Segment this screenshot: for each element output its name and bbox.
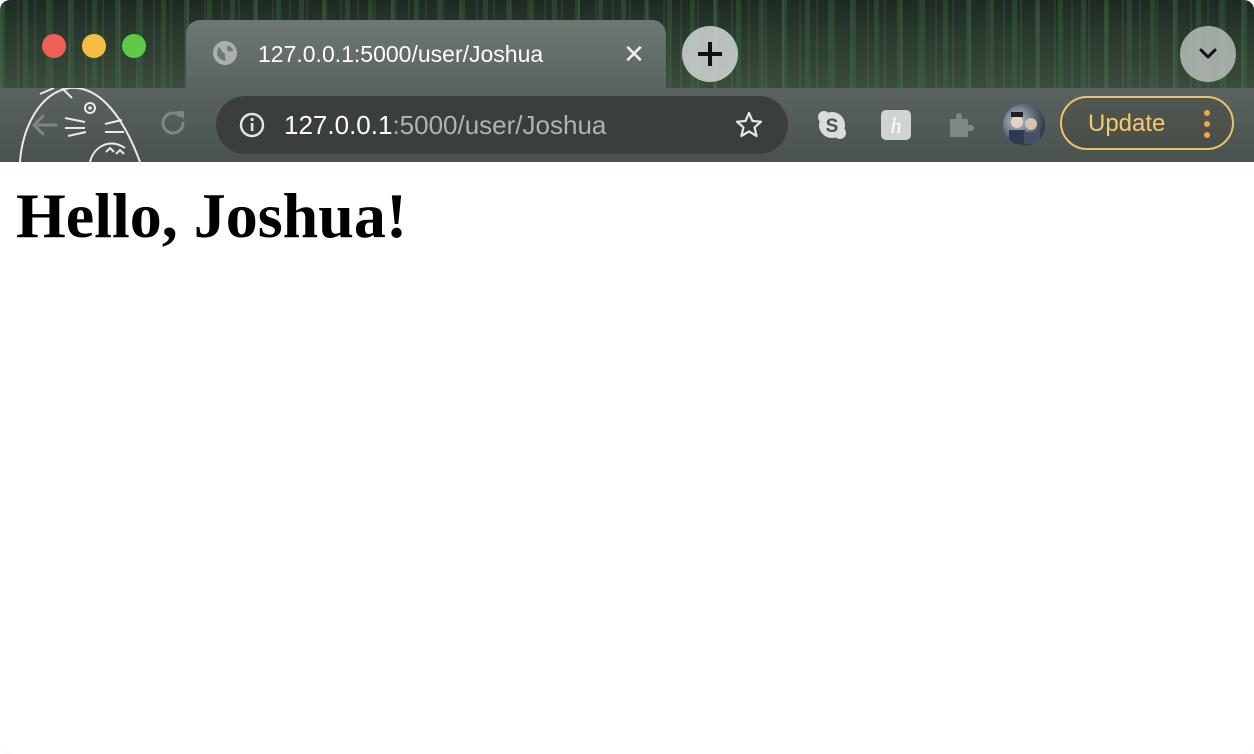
url-host: 127.0.0.1 xyxy=(284,110,393,140)
menu-dots-icon[interactable] xyxy=(1202,110,1210,140)
back-arrow-icon[interactable] xyxy=(28,108,62,142)
bookmark-star-icon[interactable] xyxy=(734,110,764,140)
tab-title: 127.0.0.1:5000/user/Joshua xyxy=(258,41,544,67)
tab-search-button[interactable] xyxy=(1180,26,1236,82)
url-path: :5000/user/Joshua xyxy=(392,110,607,140)
profile-avatar[interactable] xyxy=(1003,104,1045,146)
plus-icon xyxy=(698,42,722,66)
close-window-button[interactable] xyxy=(42,34,66,58)
browser-window: 127.0.0.1:5000/user/Joshua ✕ 127.0.0.1:5… xyxy=(0,0,1254,754)
chevron-down-icon xyxy=(1199,48,1217,59)
update-button[interactable]: Update xyxy=(1060,96,1234,150)
page-heading: Hello, Joshua! xyxy=(16,180,408,251)
address-bar-url[interactable]: 127.0.0.1:5000/user/Joshua xyxy=(284,111,606,139)
svg-text:S: S xyxy=(826,116,839,137)
new-tab-button[interactable] xyxy=(682,26,738,82)
tab-strip: 127.0.0.1:5000/user/Joshua ✕ xyxy=(0,0,1254,88)
active-tab[interactable]: 127.0.0.1:5000/user/Joshua ✕ xyxy=(186,20,666,88)
reload-icon[interactable] xyxy=(156,106,190,140)
profile-photo-icon xyxy=(1009,112,1040,144)
minimize-window-button[interactable] xyxy=(82,34,106,58)
extensions-puzzle-icon[interactable] xyxy=(944,109,976,141)
svg-text:h: h xyxy=(891,113,902,138)
honey-icon[interactable]: h xyxy=(880,109,912,141)
site-info-icon[interactable] xyxy=(238,111,266,139)
update-label: Update xyxy=(1088,110,1166,137)
close-tab-icon[interactable]: ✕ xyxy=(620,40,648,68)
browser-toolbar: 127.0.0.1:5000/user/Joshua S h Update xyxy=(0,88,1254,162)
address-bar[interactable]: 127.0.0.1:5000/user/Joshua xyxy=(216,96,788,154)
zoom-window-button[interactable] xyxy=(122,34,146,58)
skype-icon[interactable]: S xyxy=(816,109,848,141)
globe-icon xyxy=(213,41,237,65)
page-content: Hello, Joshua! xyxy=(0,162,1254,754)
